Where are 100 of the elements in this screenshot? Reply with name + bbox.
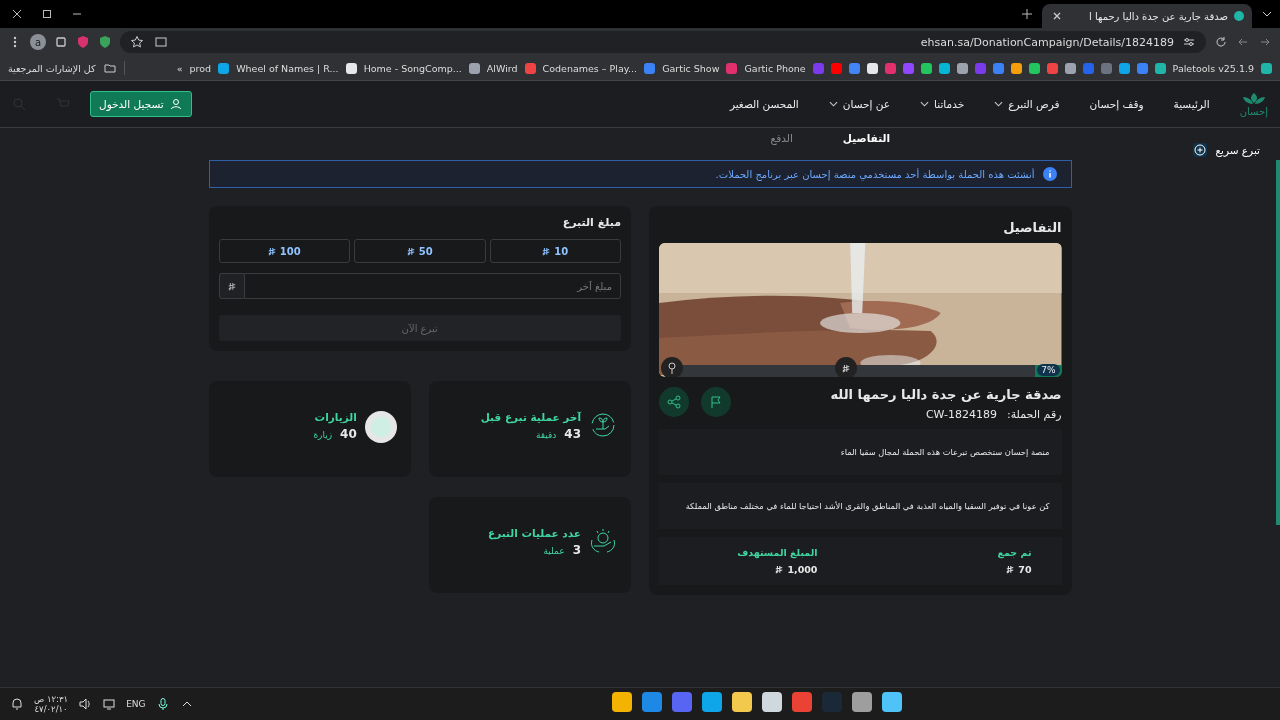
app-icon[interactable] <box>702 692 722 712</box>
section-title: مبلغ التبرع <box>561 216 621 229</box>
nav-link[interactable]: خدماتنا <box>920 98 965 110</box>
stat-value: 43 <box>564 427 581 441</box>
stat-title: الزيارات <box>313 411 357 423</box>
description-text: كن عونا في توفير السقيا والمياه العذبة في المناطق والقرى الأشد احتياجا للماء في مختلف مناطق المملكة <box>685 501 1050 511</box>
plus-icon <box>1193 143 1208 157</box>
chevron-down-icon <box>994 101 1004 107</box>
riyal-icon <box>406 246 415 256</box>
nav-link[interactable]: فرص التبرع <box>994 98 1060 110</box>
app-icon[interactable] <box>642 692 662 712</box>
stat-unit: عملية <box>543 546 565 556</box>
bookmark-link[interactable]: Home - SongComp... <box>363 62 462 74</box>
extension-icon[interactable] <box>98 35 112 49</box>
site-favicon <box>1234 11 1244 21</box>
collected-amount: 70 <box>1018 564 1032 575</box>
reload-icon[interactable] <box>1214 35 1228 49</box>
app-icon[interactable] <box>852 692 872 712</box>
stat-title: عدد عمليات التبرع <box>487 527 581 539</box>
bookmark-link[interactable]: Paletools v25.1.9 <box>1172 62 1254 74</box>
chevron-down-icon <box>920 101 930 107</box>
target-amount: 1,000 <box>787 564 818 575</box>
riyal-icon <box>227 281 236 291</box>
bookmark-link[interactable]: Wheel of Names | R... <box>236 62 339 74</box>
notification-icon[interactable] <box>10 697 24 711</box>
riyal-icon <box>542 246 551 256</box>
nav-link[interactable]: المحسن الصغير <box>729 98 799 110</box>
share-icon <box>667 395 681 409</box>
nav-link[interactable]: عن إحسان <box>828 98 891 110</box>
bookmark-link[interactable]: Gartic Phone <box>744 62 806 74</box>
page-tab[interactable]: الدفع <box>770 132 793 144</box>
bookmark-icon[interactable] <box>938 62 950 74</box>
riyal-icon <box>842 363 850 373</box>
bookmark-icon[interactable] <box>866 62 878 74</box>
language-indicator[interactable]: ENG <box>126 699 146 709</box>
bookmark-icon[interactable] <box>1118 62 1130 74</box>
nav-link[interactable]: وقف إحسان <box>1089 98 1144 110</box>
bookmark-icon[interactable] <box>956 62 968 74</box>
collected-label: تم جمع <box>997 547 1032 558</box>
address-bar[interactable]: ehsan.sa/DonationCampaign/Details/1824189 <box>120 31 1206 53</box>
campaign-number-label: رقم الحملة: <box>1007 408 1062 421</box>
description-text: منصة إحسان ستخصص تبرعات هذه الحملة لمجال سقيا الماء <box>840 447 1050 457</box>
volume-icon[interactable] <box>78 697 93 711</box>
bookmark-link[interactable]: prod <box>189 62 212 74</box>
user-icon <box>168 97 183 111</box>
campaign-number: CW-1824189 <box>925 408 997 421</box>
bookmark-icon[interactable] <box>345 62 357 74</box>
microphone-icon[interactable] <box>155 697 170 711</box>
app-icon[interactable] <box>762 692 782 712</box>
target-label: المبلغ المستهدف <box>737 547 818 558</box>
all-bookmarks-link[interactable]: كل الإشارات المرجعية <box>8 62 96 74</box>
amount-option[interactable]: 100 <box>218 239 350 263</box>
notice-text: أنشئت هذه الحملة بواسطة أحد مستخدمي منصة إحسان عبر برنامج الحملات. <box>715 168 1035 180</box>
bookmark-icon[interactable] <box>468 62 480 74</box>
amount-option[interactable]: 50 <box>354 239 486 263</box>
app-icon[interactable] <box>882 692 902 712</box>
bookmark-icon[interactable] <box>920 62 932 74</box>
nav-link[interactable]: الرئيسية <box>1173 98 1210 110</box>
page-tab[interactable]: التفاصيل <box>842 132 890 144</box>
riyal-icon <box>267 246 276 256</box>
login-button[interactable]: تسجيل الدخول <box>90 91 192 117</box>
chevron-down-icon <box>828 101 838 107</box>
site-logo[interactable]: إحسان <box>1239 91 1268 117</box>
browser-tab[interactable]: صدقة جارية عن جدة داليا رحمها ا <box>1042 4 1252 28</box>
app-icon[interactable] <box>612 692 632 712</box>
bookmark-icon[interactable] <box>1064 62 1076 74</box>
app-icon[interactable] <box>672 692 692 712</box>
bookmark-icon[interactable] <box>218 62 230 74</box>
riyal-icon <box>775 565 784 574</box>
bookmark-link[interactable]: AlWird <box>486 62 518 74</box>
bookmark-icon[interactable] <box>1154 62 1166 74</box>
flag-icon <box>709 395 723 409</box>
coin-hand-icon <box>589 527 617 555</box>
amount-field[interactable]: مبلغ آخر <box>243 273 621 299</box>
amount-option[interactable]: 10 <box>489 239 621 263</box>
share-button[interactable] <box>659 387 689 417</box>
clock[interactable]: ١٢:٣١ ص ٤٧/٠٢/١٠ <box>34 693 69 715</box>
stat-unit: دقيقة <box>535 430 557 440</box>
new-tab-icon[interactable] <box>1020 7 1034 21</box>
bookmark-link[interactable]: Gartic Show <box>662 62 720 74</box>
bookmark-icon[interactable] <box>1261 62 1272 74</box>
plant-hand-icon <box>589 411 617 439</box>
profile-avatar[interactable]: a <box>30 34 46 50</box>
site-settings-icon[interactable] <box>1182 35 1196 49</box>
bookmark-icon[interactable] <box>1028 62 1040 74</box>
report-button[interactable] <box>701 387 731 417</box>
folder-icon <box>102 61 117 75</box>
more-bookmarks[interactable]: » <box>176 62 183 74</box>
quick-donate-button[interactable]: تبرع سريع <box>1193 143 1260 157</box>
bookmark-link[interactable]: Codenames – Play... <box>542 62 638 74</box>
tab-title: صدقة جارية عن جدة داليا رحمها ا <box>1089 10 1228 22</box>
shield-icon[interactable] <box>76 35 90 49</box>
stat-value: 40 <box>340 427 357 441</box>
star-icon[interactable] <box>130 35 144 49</box>
install-icon[interactable] <box>154 35 168 49</box>
puzzle-icon[interactable] <box>54 35 68 49</box>
app-icon[interactable] <box>792 692 812 712</box>
bookmark-icon[interactable] <box>1010 62 1022 74</box>
app-icon[interactable] <box>732 692 752 712</box>
stat-title: آخر عملية تبرع قبل <box>480 411 581 423</box>
